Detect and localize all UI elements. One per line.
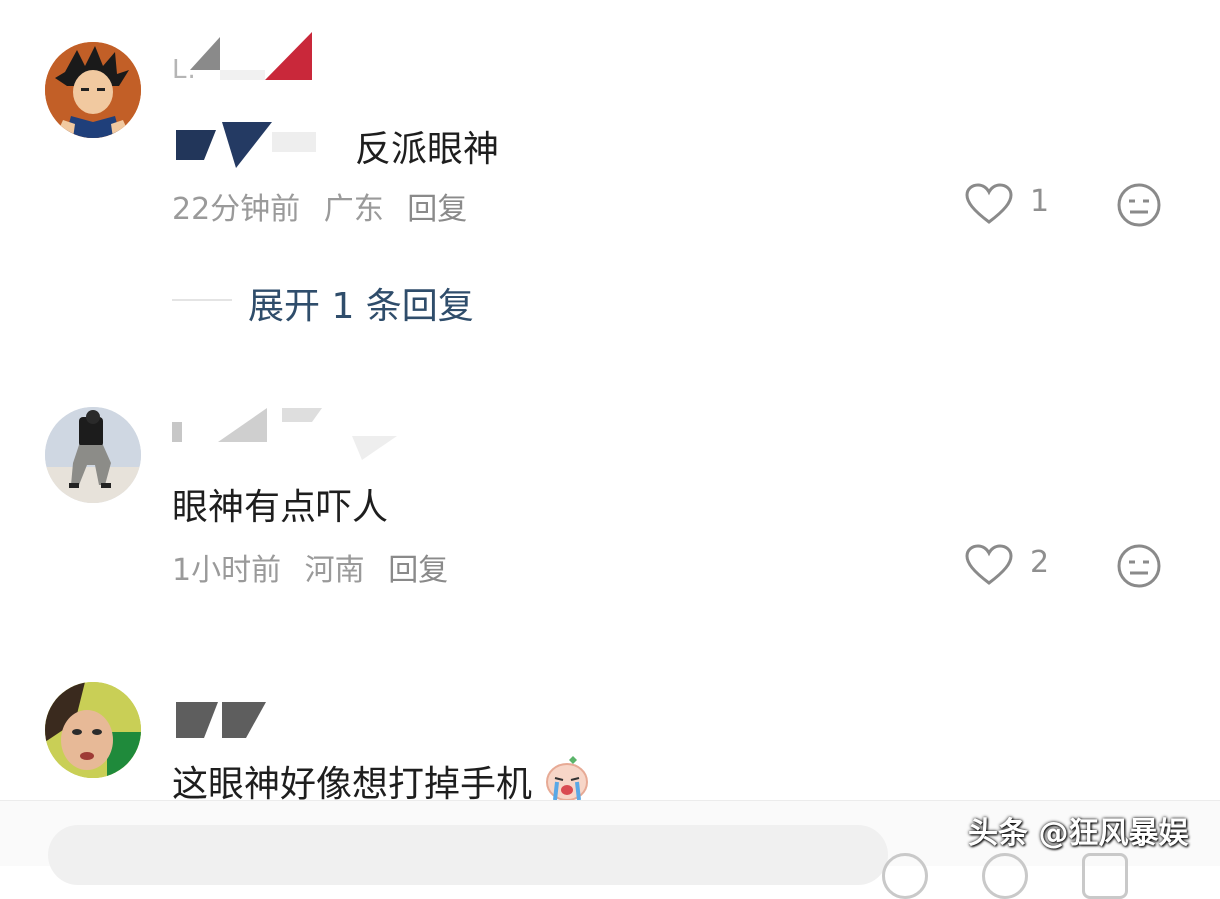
comment-location: 广东 bbox=[323, 192, 384, 227]
person-avatar-icon bbox=[45, 407, 141, 503]
emoji-reaction-icon[interactable] bbox=[1116, 543, 1162, 589]
comment-meta: 1小时前 河南 回复 bbox=[172, 545, 462, 589]
comment-time: 22分钟前 bbox=[172, 192, 301, 227]
collect-icon[interactable] bbox=[982, 853, 1028, 899]
username-mosaic bbox=[172, 408, 397, 460]
comment-text: 眼神有点吓人 bbox=[172, 487, 389, 528]
username-mosaic bbox=[190, 32, 312, 80]
user-avatar[interactable] bbox=[45, 682, 141, 778]
like-count: 2 bbox=[1030, 545, 1050, 580]
user-avatar[interactable] bbox=[45, 42, 141, 138]
username-mosaic bbox=[176, 702, 266, 738]
divider bbox=[172, 299, 232, 301]
expand-replies-label[interactable]: 展开 1 条回复 bbox=[248, 277, 474, 329]
selfie-avatar-icon bbox=[45, 682, 141, 778]
user-avatar[interactable] bbox=[45, 407, 141, 503]
reply-button[interactable]: 回复 bbox=[388, 553, 448, 588]
reply-button[interactable]: 回复 bbox=[407, 192, 467, 227]
comment-meta: 22分钟前 广东 回复 bbox=[172, 184, 481, 228]
text-mosaic bbox=[176, 122, 316, 168]
comment-input[interactable] bbox=[48, 825, 888, 885]
crying-emoji-icon bbox=[546, 756, 589, 801]
share-icon[interactable] bbox=[882, 853, 928, 899]
heart-icon[interactable] bbox=[965, 183, 1013, 225]
comment-text-content: 这眼神好像想打掉手机 bbox=[172, 764, 533, 805]
comment-text: 反派眼神 bbox=[355, 129, 500, 170]
comment-time: 1小时前 bbox=[172, 553, 282, 588]
cartoon-avatar-icon bbox=[45, 42, 141, 138]
watermark: 头条 @狂风暴娱 bbox=[968, 816, 1189, 851]
comment-location: 河南 bbox=[304, 553, 365, 588]
like-count: 1 bbox=[1030, 184, 1050, 219]
emoji-reaction-icon[interactable] bbox=[1116, 182, 1162, 228]
menu-icon[interactable] bbox=[1082, 853, 1128, 899]
heart-icon[interactable] bbox=[965, 544, 1013, 586]
